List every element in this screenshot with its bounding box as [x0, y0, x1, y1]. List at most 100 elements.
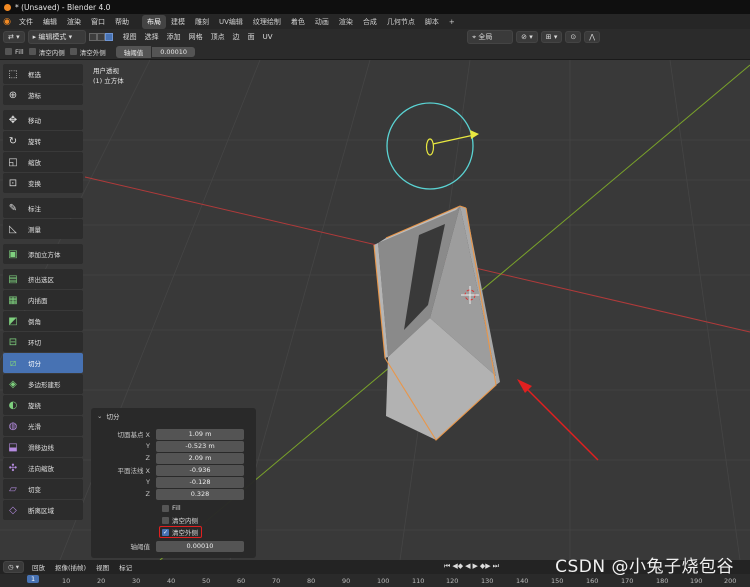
menu-edit[interactable]: 编辑: [38, 17, 62, 27]
tool-scale[interactable]: ◱ 缩放: [3, 152, 83, 172]
tab-compositing[interactable]: 合成: [358, 15, 382, 29]
plane-normal-z-field[interactable]: 0.328: [156, 488, 244, 500]
menu-file[interactable]: 文件: [14, 17, 38, 27]
tab-sculpting[interactable]: 雕刻: [190, 15, 214, 29]
plane-point-z-field[interactable]: 2.09 m: [156, 452, 244, 464]
panel-fill-checkbox[interactable]: [162, 504, 169, 512]
current-frame-indicator[interactable]: 1: [27, 575, 40, 583]
add-workspace-button[interactable]: +: [444, 16, 460, 28]
fill-checkbox[interactable]: [5, 48, 12, 55]
tool-add-cube[interactable]: ▣ 添加立方体: [3, 244, 83, 264]
clear-outer-checkbox[interactable]: [69, 48, 77, 55]
tool-rip-region[interactable]: ◇ 断离区域: [3, 500, 83, 520]
plane-normal-z-label: Z: [145, 490, 150, 498]
tool-shrink-fatten[interactable]: ✣ 法向缩放: [3, 458, 83, 478]
timeline-menu-view[interactable]: 视图: [91, 562, 114, 572]
clear-inner-option[interactable]: 清空内侧: [158, 514, 198, 526]
timeline-menu-marker[interactable]: 标记: [114, 562, 137, 572]
plane-point-y-field[interactable]: -0.523 m: [156, 440, 244, 452]
panel-header[interactable]: ⌄ 切分: [97, 410, 119, 422]
tool-bevel[interactable]: ◩ 倒角: [3, 311, 83, 331]
tool-shear[interactable]: ▱ 切变: [3, 479, 83, 499]
tool-edge-slide[interactable]: ⬓ 滑移边线: [3, 437, 83, 457]
mode-dropdown[interactable]: ▸ 编辑模式 ▾: [27, 29, 86, 44]
tool-smooth[interactable]: ◍ 光滑: [3, 416, 83, 436]
edge-slide-icon: ⬓: [8, 441, 18, 453]
tool-spin[interactable]: ◐ 旋绕: [3, 395, 83, 415]
face-select-icon[interactable]: [104, 32, 113, 41]
tool-rotate[interactable]: ↻ 旋转: [3, 131, 83, 151]
snap-icon[interactable]: ⊞ ▾: [540, 30, 563, 43]
pivot-icon[interactable]: ⊘ ▾: [516, 30, 538, 43]
timeline-editor-icon[interactable]: ◷ ▾: [3, 560, 25, 573]
frame-tick: 90: [342, 577, 351, 585]
object-name: (1) 立方体: [93, 77, 124, 85]
tool-cursor[interactable]: ⊕ 游标: [3, 85, 83, 105]
threshold-field[interactable]: 0.00010: [152, 46, 196, 57]
menu-help[interactable]: 帮助: [110, 17, 134, 27]
tool-bisect[interactable]: ⧄ 切分: [3, 353, 83, 373]
header-menu-face[interactable]: 面: [244, 32, 259, 42]
vertex-select-icon[interactable]: [88, 32, 97, 41]
spin-icon: ◐: [8, 399, 18, 411]
plane-normal-y-field[interactable]: -0.128: [156, 476, 244, 488]
falloff-icon[interactable]: ⋀: [584, 30, 600, 43]
tab-shading[interactable]: 着色: [286, 15, 310, 29]
clear-inner-checkbox[interactable]: [28, 48, 36, 55]
editor-type-icon[interactable]: ⇄ ▾: [3, 30, 25, 43]
menu-window[interactable]: 窗口: [86, 17, 110, 27]
clear-outer-option-highlighted[interactable]: ✓ 清空外侧: [159, 526, 202, 538]
tool-select-box[interactable]: ⬚ 框选: [3, 64, 83, 84]
tool-loop-cut[interactable]: ⊟ 环切: [3, 332, 83, 352]
prev-key-icon[interactable]: ◀◆: [452, 562, 463, 571]
jump-start-icon[interactable]: ⏮: [444, 562, 450, 571]
header-menu-edge[interactable]: 边: [229, 32, 244, 42]
tab-modeling[interactable]: 建模: [166, 15, 190, 29]
next-key-icon[interactable]: ◆▶: [480, 562, 491, 571]
operator-redo-panel[interactable]: ⌄ 切分 切面基点 X 1.09 m Y -0.523 m Z 2.09 m 平面法线…: [91, 408, 256, 558]
tool-annotate[interactable]: ✎ 标注: [3, 198, 83, 218]
orientation-label: 全局: [478, 32, 493, 41]
edge-select-icon[interactable]: [96, 32, 105, 41]
tab-uv-editing[interactable]: UV编辑: [214, 15, 248, 29]
light-direction-line: [432, 134, 475, 145]
tab-geometry-nodes[interactable]: 几何节点: [382, 15, 420, 29]
panel-threshold-field[interactable]: 0.00010: [156, 540, 244, 552]
frame-tick: 30: [132, 577, 141, 585]
tab-animation[interactable]: 动画: [310, 15, 334, 29]
viewport-header: ⇄ ▾ ▸ 编辑模式 ▾ 视图 选择 添加 网格 顶点 边 面 UV ⌖ 全局 …: [0, 29, 750, 44]
timeline-menu-playback[interactable]: 回放: [27, 562, 50, 572]
tab-layout[interactable]: 布局: [142, 14, 166, 29]
header-menu-uv[interactable]: UV: [259, 33, 277, 41]
bisected-mesh[interactable]: [373, 205, 500, 441]
header-menu-vertex[interactable]: 顶点: [207, 32, 229, 42]
tool-inset[interactable]: ▦ 内插面: [3, 290, 83, 310]
orientation-dropdown[interactable]: ⌖ 全局: [467, 29, 514, 44]
timeline-menu-keying[interactable]: 抠像(插帧): [50, 562, 91, 572]
panel-clear-inner-checkbox[interactable]: [162, 516, 169, 524]
tool-poly-build[interactable]: ◈ 多边形建形: [3, 374, 83, 394]
blender-menu-icon[interactable]: ◉: [0, 15, 14, 29]
tool-measure[interactable]: ◺ 测量: [3, 219, 83, 239]
jump-end-icon[interactable]: ⏭: [493, 562, 499, 571]
tab-texture-paint[interactable]: 纹理绘制: [248, 15, 286, 29]
plane-point-x-field[interactable]: 1.09 m: [156, 428, 244, 440]
light-object[interactable]: [386, 102, 479, 190]
tab-rendering[interactable]: 渲染: [334, 15, 358, 29]
header-menu-view[interactable]: 视图: [119, 32, 141, 42]
plane-normal-x-field[interactable]: -0.936: [156, 464, 244, 476]
proportional-edit-icon[interactable]: ⊙: [565, 30, 582, 43]
menu-render[interactable]: 渲染: [62, 17, 86, 27]
tab-scripting[interactable]: 脚本: [420, 15, 444, 29]
header-menu-select[interactable]: 选择: [141, 32, 163, 42]
fill-option[interactable]: Fill: [158, 502, 181, 514]
tool-transform[interactable]: ⊡ 变换: [3, 173, 83, 193]
panel-clear-outer-checkbox[interactable]: ✓: [162, 528, 169, 536]
tool-options-bar: Fill 清空内侧 清空外侧 轴阈值 0.00010: [0, 44, 750, 60]
play-reverse-icon[interactable]: ◀: [465, 562, 470, 571]
tool-move[interactable]: ✥ 移动: [3, 110, 83, 130]
header-menu-add[interactable]: 添加: [163, 32, 185, 42]
play-icon[interactable]: ▶: [472, 562, 477, 571]
tool-extrude[interactable]: ▤ 挤出选区: [3, 269, 83, 289]
header-menu-mesh[interactable]: 网格: [185, 32, 207, 42]
